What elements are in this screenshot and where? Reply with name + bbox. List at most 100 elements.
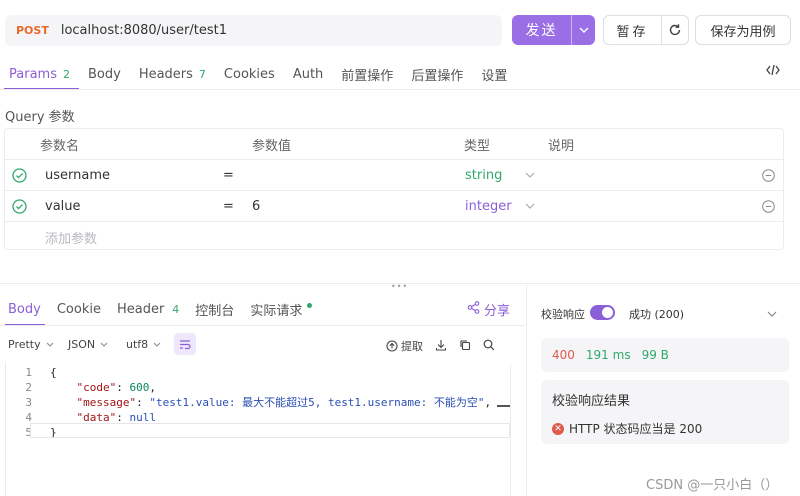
tab-label: Headers — [138, 66, 193, 82]
code-icon[interactable] — [766, 64, 780, 80]
scroll-marker — [497, 405, 510, 407]
header-desc: 说明 — [548, 138, 575, 154]
share-button[interactable]: 分享 — [467, 300, 510, 319]
lang-select[interactable]: JSON — [68, 338, 108, 351]
search-icon[interactable] — [483, 339, 495, 354]
tab-label: 设置 — [481, 68, 508, 84]
copy-icon[interactable] — [459, 339, 471, 354]
tab-label: Body — [87, 66, 121, 82]
param-equals: = — [223, 167, 234, 183]
tab-post-actions[interactable]: 后置操作 — [402, 60, 472, 88]
check-circle-icon[interactable] — [12, 160, 27, 190]
table-row: username = string — [5, 160, 783, 191]
send-button-label: 发送 — [525, 23, 558, 39]
response-tabs-divider — [0, 325, 525, 326]
tab-badge: 4 — [172, 302, 180, 316]
response-size: 99 B — [641, 348, 669, 362]
error-icon: ✕ — [552, 422, 564, 435]
header-name: 参数名 — [40, 138, 80, 154]
tab-label: Auth — [292, 66, 324, 82]
tab-cookies[interactable]: Cookies — [215, 60, 284, 88]
editor-scrollbar[interactable] — [510, 365, 511, 495]
param-name[interactable]: username — [45, 160, 110, 190]
param-type[interactable]: string — [465, 160, 502, 190]
refresh-icon[interactable] — [662, 23, 688, 37]
remove-icon[interactable] — [762, 191, 775, 221]
params-table: 参数名 参数值 类型 说明 username = string value = … — [4, 128, 784, 250]
status-dot — [307, 302, 313, 308]
validate-toggle[interactable] — [590, 305, 615, 320]
url-input[interactable]: localhost:8080/user/test1 — [61, 23, 227, 38]
json-key: "message" — [76, 396, 137, 409]
tab-params[interactable]: Params 2 — [0, 60, 79, 90]
extract-icon — [386, 340, 398, 352]
save-button[interactable]: 暂存 — [604, 16, 662, 44]
send-button[interactable]: 发送 — [512, 15, 595, 45]
download-icon[interactable] — [435, 339, 447, 354]
chevron-down-icon[interactable] — [572, 27, 595, 33]
chevron-down-icon — [46, 342, 53, 347]
param-type[interactable]: integer — [465, 191, 512, 221]
tab-label: 控制台 — [195, 303, 235, 319]
line-numbers: 1 2 3 4 5 — [6, 365, 32, 440]
validation-result-text: HTTP 状态码应当是 200 — [569, 422, 703, 436]
tab-response-cookie[interactable]: Cookie — [49, 295, 109, 323]
chevron-down-icon[interactable] — [767, 306, 777, 321]
tab-label: Params — [9, 66, 57, 82]
tab-badge: 7 — [198, 67, 206, 81]
encoding-select[interactable]: utf8 — [126, 338, 161, 351]
tab-label: Header — [116, 301, 165, 317]
tab-label: 后置操作 — [411, 68, 464, 84]
tab-body[interactable]: Body — [79, 60, 130, 88]
validate-status[interactable]: 成功 (200) — [629, 306, 684, 322]
share-label: 分享 — [484, 304, 511, 319]
response-tabs: Body Cookie Header 4 控制台 实际请求 — [0, 295, 320, 326]
tab-label: 实际请求 — [250, 303, 303, 319]
line-number: 5 — [25, 426, 32, 439]
tab-auth[interactable]: Auth — [284, 60, 332, 88]
url-bar[interactable]: POST localhost:8080/user/test1 — [5, 15, 502, 46]
current-line-highlight — [30, 423, 510, 438]
json-string: "test1.value: 最大不能超过5, test1.username: 不… — [149, 396, 485, 409]
chevron-down-icon[interactable] — [525, 191, 535, 221]
param-value[interactable]: 6 — [252, 191, 260, 221]
validate-response-label: 校验响应 — [541, 308, 585, 321]
param-name[interactable]: value — [45, 191, 81, 221]
tab-pre-actions[interactable]: 前置操作 — [332, 60, 402, 88]
tab-response-header[interactable]: Header 4 — [109, 295, 187, 323]
remove-icon[interactable] — [762, 160, 775, 190]
tab-response-body[interactable]: Body — [0, 295, 49, 326]
tab-headers[interactable]: Headers 7 — [130, 60, 215, 88]
check-circle-icon[interactable] — [12, 191, 27, 221]
request-tabs: Params 2 Body Headers 7 Cookies Auth 前置操… — [0, 60, 516, 90]
extract-label: 提取 — [401, 340, 423, 353]
chevron-down-icon — [100, 342, 108, 347]
header-type: 类型 — [464, 138, 491, 154]
table-row: value = 6 integer — [5, 191, 783, 222]
chevron-down-icon[interactable] — [525, 160, 535, 190]
tab-actual-request[interactable]: 实际请求 — [242, 295, 320, 323]
validation-result-card: 校验响应结果 ✕ HTTP 状态码应当是 200 — [541, 380, 789, 444]
pretty-select[interactable]: Pretty — [8, 338, 54, 351]
chevron-down-icon — [153, 342, 161, 347]
line-number: 4 — [25, 411, 32, 424]
table-row-add[interactable]: 添加参数 — [5, 222, 783, 253]
extract-button[interactable]: 提取 — [386, 338, 423, 354]
line-number: 2 — [25, 381, 32, 394]
tab-settings[interactable]: 设置 — [472, 60, 516, 88]
line-number: 3 — [25, 396, 32, 409]
table-header-row: 参数名 参数值 类型 说明 — [5, 129, 783, 160]
watermark: CSDN @一只小白（） — [646, 478, 779, 493]
wrap-lines-icon[interactable] — [174, 333, 196, 355]
save-as-case-button[interactable]: 保存为用例 — [695, 15, 791, 45]
add-param-placeholder[interactable]: 添加参数 — [45, 222, 97, 252]
tab-badge: 2 — [62, 67, 70, 81]
drag-handle-icon[interactable]: ••• — [391, 282, 408, 291]
tab-label: Cookie — [56, 301, 101, 317]
header-value: 参数值 — [252, 138, 292, 154]
code-line: "message": "test1.value: 最大不能超过5, test1.… — [76, 396, 492, 409]
tab-console[interactable]: 控制台 — [187, 295, 242, 323]
panel-splitter[interactable] — [526, 285, 527, 496]
method-select[interactable]: POST — [16, 24, 49, 37]
save-group: 暂存 — [603, 15, 689, 45]
